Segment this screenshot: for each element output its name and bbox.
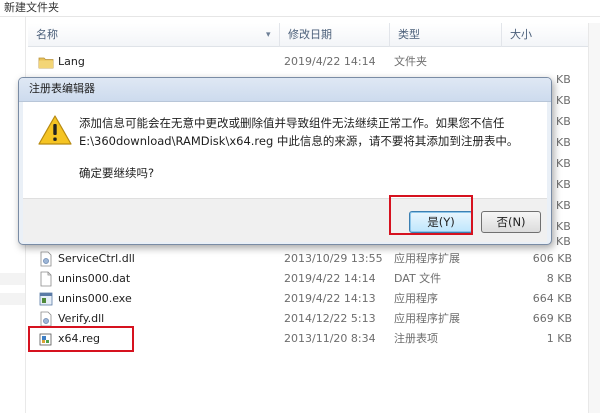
file-row[interactable]: ServiceCtrl.dll 2013/10/29 13:55 应用程序扩展 … — [30, 249, 576, 269]
file-size: 664 KB — [532, 292, 572, 305]
file-type: 应用程序扩展 — [394, 312, 460, 325]
dialog-body: 添加信息可能会在无意中更改或删除值并导致组件无法继续正常工作。如果您不信任 E:… — [23, 102, 547, 198]
confirm-question: 确定要继续吗? — [79, 166, 155, 180]
file-size: 669 KB — [532, 312, 572, 325]
file-date: 2019/4/22 14:14 — [284, 272, 376, 285]
file-size: KB — [556, 136, 571, 149]
file-name: Lang — [58, 55, 85, 68]
no-button[interactable]: 否(N) — [481, 211, 541, 233]
dialog-title-bar: 注册表编辑器 — [19, 78, 551, 102]
file-type: 文件夹 — [394, 55, 427, 68]
column-name[interactable]: 名称 — [28, 23, 280, 47]
file-date: 2013/10/29 13:55 — [284, 252, 383, 265]
yes-button-highlight-box — [389, 195, 473, 235]
generic-file-icon — [40, 271, 52, 287]
warning-icon — [38, 115, 72, 145]
file-row[interactable]: unins000.dat 2019/4/22 14:14 DAT 文件 8 KB — [30, 269, 576, 289]
nav-pane-item[interactable] — [0, 273, 25, 285]
nav-pane-item[interactable] — [0, 293, 25, 305]
column-type[interactable]: 类型 — [390, 23, 502, 47]
file-type: 注册表项 — [394, 332, 438, 345]
window-title-bar: 新建文件夹 — [0, 0, 600, 17]
file-size: KB — [556, 235, 571, 248]
folder-icon — [38, 57, 54, 69]
window-title: 新建文件夹 — [4, 1, 59, 14]
file-size: KB — [556, 157, 571, 170]
file-row[interactable]: Lang 2019/4/22 14:14 文件夹 — [30, 52, 576, 72]
file-size: KB — [556, 199, 571, 212]
file-size: 1 KB — [546, 332, 572, 345]
file-size: 606 KB — [532, 252, 572, 265]
sort-chevron-icon[interactable]: ▾ — [266, 30, 271, 40]
reg-file-highlight-box — [28, 326, 134, 352]
file-type: 应用程序扩展 — [394, 252, 460, 265]
file-size: KB — [556, 178, 571, 191]
dll-file-icon — [40, 251, 52, 267]
file-name: ServiceCtrl.dll — [58, 252, 135, 265]
column-header: 名称 ▾ 修改日期 类型 大小 — [28, 23, 600, 47]
file-size: KB — [556, 94, 571, 107]
file-date: 2019/4/22 14:13 — [284, 292, 376, 305]
file-size: KB — [556, 73, 571, 86]
column-size[interactable]: 大小 — [502, 23, 600, 47]
column-date[interactable]: 修改日期 — [280, 23, 390, 47]
file-size: KB — [556, 220, 571, 233]
file-type: DAT 文件 — [394, 272, 442, 285]
dll-file-icon — [40, 311, 52, 327]
file-date: 2013/11/20 8:34 — [284, 332, 376, 345]
file-name: unins000.exe — [58, 292, 132, 305]
file-row[interactable]: unins000.exe 2019/4/22 14:13 应用程序 664 KB — [30, 289, 576, 309]
file-date: 2014/12/22 5:13 — [284, 312, 376, 325]
file-date: 2019/4/22 14:14 — [284, 55, 376, 68]
warning-message-line: E:\360download\RAMDisk\x64.reg 中此信息的来源，请… — [79, 134, 519, 148]
file-size: KB — [556, 115, 571, 128]
file-type: 应用程序 — [394, 292, 438, 305]
vertical-scrollbar[interactable] — [588, 23, 600, 413]
file-size: 8 KB — [546, 272, 572, 285]
warning-message-line: 添加信息可能会在无意中更改或删除值并导致组件无法继续正常工作。如果您不信任 — [79, 116, 505, 130]
dialog-title: 注册表编辑器 — [29, 82, 95, 95]
exe-file-icon — [39, 292, 53, 306]
file-name: unins000.dat — [58, 272, 131, 285]
